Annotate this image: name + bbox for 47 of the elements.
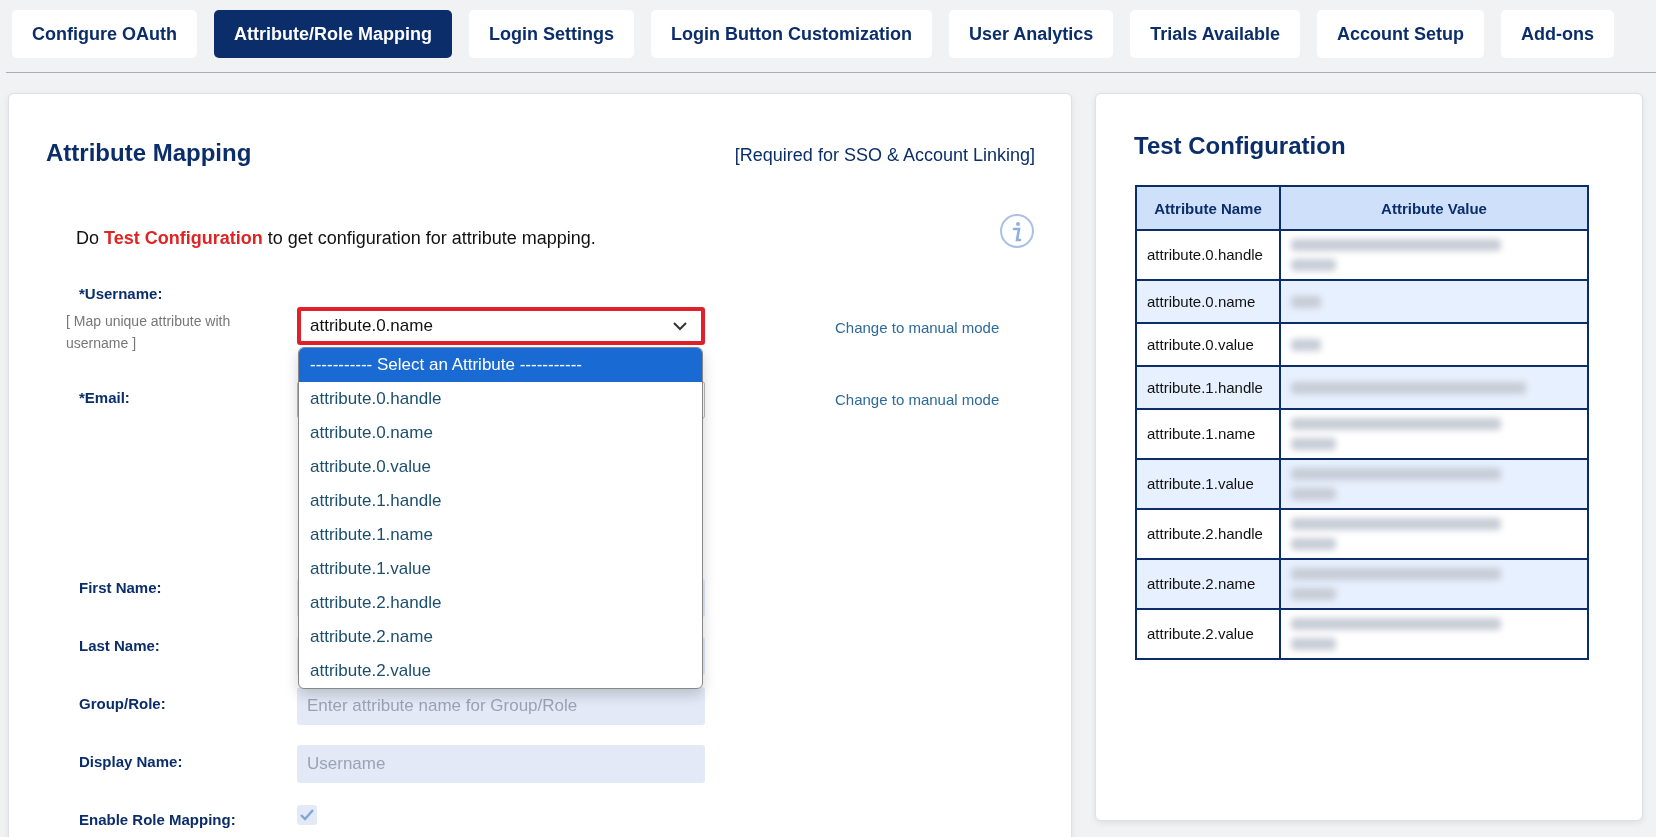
table-cell: attribute.1.handle xyxy=(1136,366,1280,409)
text-field[interactable]: Enter attribute name for Group/Role xyxy=(297,687,705,725)
column-header: Attribute Name xyxy=(1136,186,1280,230)
tab[interactable]: Add-ons xyxy=(1501,10,1615,58)
dropdown-option[interactable]: attribute.1.name xyxy=(299,518,702,552)
field-label: Enable Role Mapping: xyxy=(78,811,237,828)
dropdown-option[interactable]: attribute.0.value xyxy=(299,450,702,484)
manual-mode-link[interactable]: Change to manual mode xyxy=(835,319,1000,336)
dropdown-option[interactable]: attribute.1.handle xyxy=(299,484,702,518)
table-cell: attribute.1.value xyxy=(1136,459,1280,509)
column-header: Attribute Value xyxy=(1280,186,1588,230)
table-cell: attribute.2.value xyxy=(1136,609,1280,659)
field-label: Last Name: xyxy=(78,637,161,654)
table-cell: attribute.2.name xyxy=(1136,559,1280,609)
dropdown-option[interactable]: attribute.2.name xyxy=(299,620,702,654)
dropdown-option[interactable]: attribute.1.value xyxy=(299,552,702,586)
dropdown-option[interactable]: attribute.0.handle xyxy=(299,382,702,416)
field-label: First Name: xyxy=(78,579,163,596)
dropdown-option[interactable]: attribute.0.name xyxy=(299,416,702,450)
instruction-text: Do Test Configuration to get configuration for attribute mapping. xyxy=(76,227,596,249)
attribute-select[interactable]: attribute.0.name xyxy=(297,307,705,345)
redacted-value xyxy=(1291,338,1321,351)
tab[interactable]: Login Button Customization xyxy=(650,10,932,58)
section-title: Test Configuration xyxy=(1134,132,1347,160)
tab[interactable]: Login Settings xyxy=(468,10,634,58)
field-hint: [ Map unique attribute with username ] xyxy=(66,312,232,354)
info-icon[interactable] xyxy=(999,212,1035,249)
manual-mode-link[interactable]: Change to manual mode xyxy=(835,391,1000,408)
section-title: Attribute Mapping xyxy=(46,139,252,167)
dropdown-option[interactable]: ----------- Select an Attribute ----------- xyxy=(299,348,702,382)
text-field[interactable]: Username xyxy=(297,745,705,783)
field-label: *Email: xyxy=(78,389,131,406)
field-label: Display Name: xyxy=(78,753,184,770)
tab[interactable]: Attribute/Role Mapping xyxy=(214,10,452,58)
tab[interactable]: User Analytics xyxy=(948,10,1114,58)
field-label: Group/Role: xyxy=(78,695,167,712)
chevron-icon xyxy=(673,321,687,331)
tab[interactable]: Configure OAuth xyxy=(12,10,197,58)
checkbox[interactable] xyxy=(297,805,317,825)
table-cell: attribute.0.name xyxy=(1136,280,1280,323)
requirement-note: [Required for SSO & Account Linking] xyxy=(734,145,1035,166)
redacted-value xyxy=(1291,295,1321,308)
dropdown-option[interactable]: attribute.2.handle xyxy=(299,586,702,620)
tab[interactable]: Trials Available xyxy=(1130,10,1301,58)
tab[interactable]: Account Setup xyxy=(1317,10,1485,58)
field-label: *Username: xyxy=(78,285,164,302)
dropdown-option[interactable]: attribute.2.value xyxy=(299,654,702,688)
